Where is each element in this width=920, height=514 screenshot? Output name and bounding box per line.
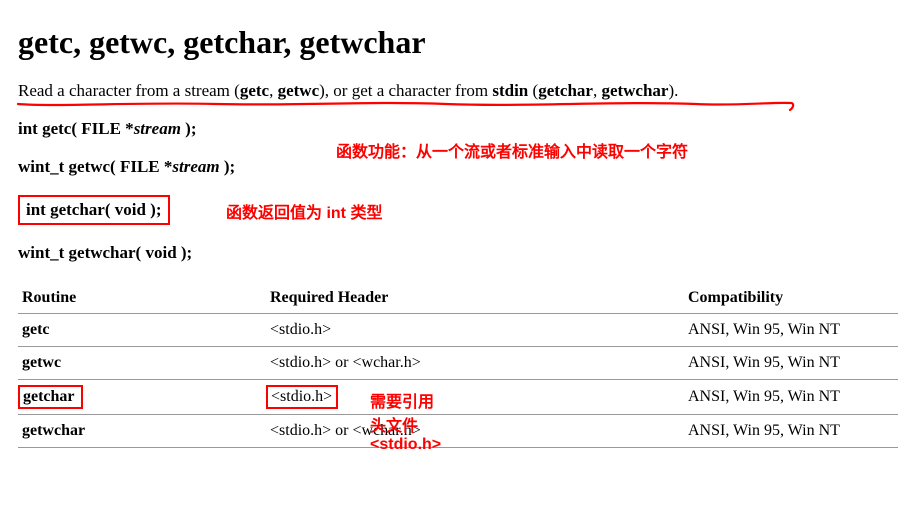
proto-text: int getchar( void ); [26, 200, 162, 219]
proto-param: stream [172, 157, 219, 176]
red-highlight-box: <stdio.h> [266, 385, 338, 409]
prototype-getc: int getc( FILE *stream ); [18, 119, 902, 139]
desc-frag: , [269, 81, 278, 100]
desc-frag: ), or get a character from [319, 81, 492, 100]
desc-bold-getwc: getwc [278, 81, 320, 100]
cell-compatibility: ANSI, Win 95, Win NT [684, 380, 898, 415]
desc-bold-getc: getc [240, 81, 269, 100]
annotation-function-desc: 函数功能：从一个流或者标准输入中读取一个字符 [336, 138, 688, 162]
prototype-getchar: int getchar( void ); 函数返回值为 int 类型 [18, 195, 902, 225]
compatibility-table: Routine Required Header Compatibility ge… [18, 283, 898, 448]
desc-bold-getwchar: getwchar [601, 81, 668, 100]
hand-underline-icon [16, 99, 796, 113]
cell-routine: getchar [18, 380, 266, 415]
proto-frag: int getc( FILE * [18, 119, 134, 138]
th-routine: Routine [18, 283, 266, 314]
proto-frag: wint_t getwc( FILE * [18, 157, 172, 176]
annotation-return-int: 函数返回值为 int 类型 [226, 199, 382, 223]
table-row: getchar <stdio.h>需要引用头文件<stdio.h> ANSI, Wi… [18, 380, 898, 415]
proto-param: stream [134, 119, 181, 138]
table-row: getwc<stdio.h> or <wchar.h>ANSI, Win 95,… [18, 347, 898, 380]
annotation-need-header: 需要引用头文件<stdio.h> [370, 388, 441, 454]
cell-required-header: <stdio.h> [266, 314, 684, 347]
prototype-getwchar: wint_t getwchar( void ); [18, 243, 902, 263]
table-row: getc<stdio.h>ANSI, Win 95, Win NT [18, 314, 898, 347]
proto-frag: wint_t getwchar( void ); [18, 243, 192, 262]
cell-routine: getc [18, 314, 266, 347]
proto-frag: ); [181, 119, 197, 138]
cell-required-header: <stdio.h>需要引用头文件<stdio.h> [266, 380, 684, 415]
description-line: Read a character from a stream (getc, ge… [18, 81, 902, 101]
desc-frag: ). [668, 81, 678, 100]
cell-routine: getwchar [18, 415, 266, 448]
th-compatibility: Compatibility [684, 283, 898, 314]
cell-routine: getwc [18, 347, 266, 380]
cell-required-header: <stdio.h> or <wchar.h> [266, 347, 684, 380]
table-header-row: Routine Required Header Compatibility [18, 283, 898, 314]
cell-compatibility: ANSI, Win 95, Win NT [684, 415, 898, 448]
cell-compatibility: ANSI, Win 95, Win NT [684, 347, 898, 380]
proto-frag: ); [220, 157, 236, 176]
table-row: getwchar<stdio.h> or <wchar.h>ANSI, Win … [18, 415, 898, 448]
red-highlight-box: int getchar( void ); [18, 195, 170, 225]
cell-compatibility: ANSI, Win 95, Win NT [684, 314, 898, 347]
th-required-header: Required Header [266, 283, 684, 314]
red-highlight-box: getchar [18, 385, 83, 409]
desc-bold-stdin: stdin [492, 81, 528, 100]
desc-frag: Read a character from a stream ( [18, 81, 240, 100]
description-text: Read a character from a stream (getc, ge… [18, 81, 678, 100]
desc-frag: ( [528, 81, 538, 100]
page-title: getc, getwc, getchar, getwchar [18, 24, 902, 61]
desc-bold-getchar: getchar [538, 81, 593, 100]
header-cell-wrap: <stdio.h>需要引用头文件<stdio.h> [270, 388, 338, 405]
cell-required-header: <stdio.h> or <wchar.h> [266, 415, 684, 448]
